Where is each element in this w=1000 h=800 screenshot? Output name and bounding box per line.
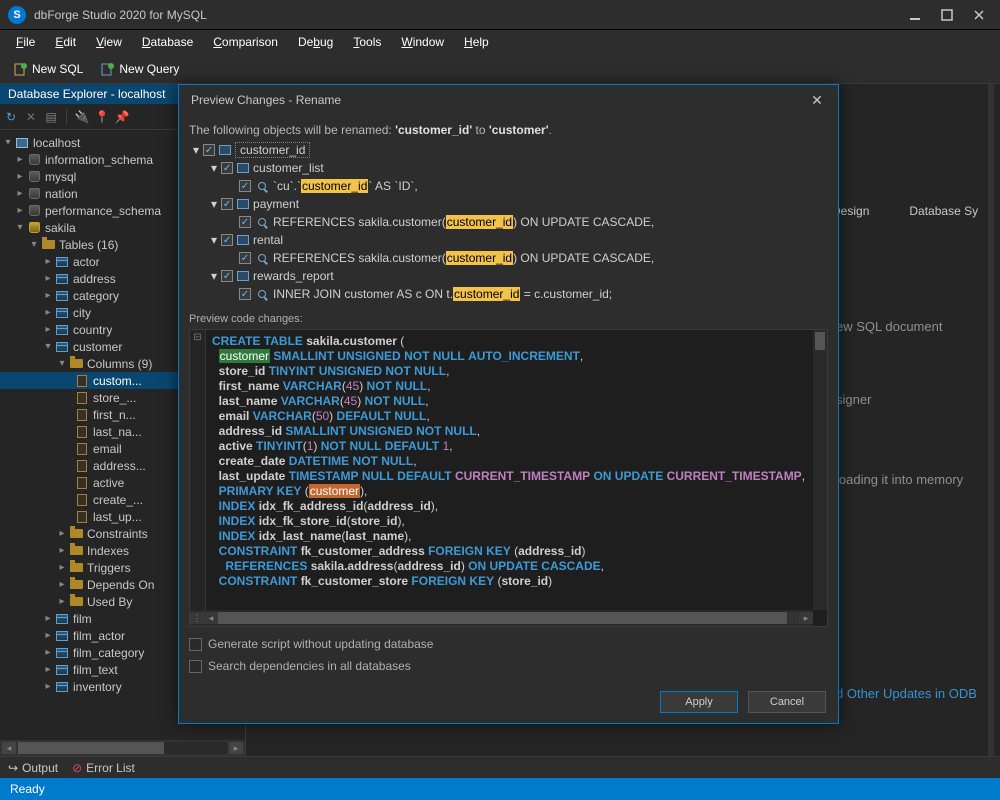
opt-search-all-db[interactable]: Search dependencies in all databases bbox=[189, 659, 828, 673]
search-icon bbox=[255, 215, 269, 229]
checkbox-icon[interactable] bbox=[189, 638, 202, 651]
table-icon bbox=[237, 163, 249, 173]
cancel-button[interactable]: Cancel bbox=[748, 691, 826, 713]
hint-new-sql: ew SQL document bbox=[836, 319, 942, 334]
code-scroll-splitter-icon[interactable]: ⋮ bbox=[190, 612, 204, 624]
code-preview[interactable]: ⊟ CREATE TABLE sakila.customer ( custome… bbox=[189, 329, 828, 627]
code-scroll-left-icon[interactable]: ◂ bbox=[204, 612, 218, 624]
menu-comparison[interactable]: Comparison bbox=[205, 32, 286, 52]
output-tab[interactable]: ↪Output bbox=[8, 761, 58, 775]
dialog-intro: The following objects will be renamed: '… bbox=[189, 123, 828, 137]
obj-rental-detail[interactable]: ✓REFERENCES sakila.customer(customer_id)… bbox=[189, 249, 828, 267]
menubar: File Edit View Database Comparison Debug… bbox=[0, 30, 1000, 54]
opt-generate-script[interactable]: Generate script without updating databas… bbox=[189, 637, 828, 651]
table-icon bbox=[237, 271, 249, 281]
checkbox-icon[interactable] bbox=[189, 660, 202, 673]
maximize-button[interactable] bbox=[940, 8, 954, 22]
table-icon bbox=[237, 199, 249, 209]
main-toolbar: New SQL New Query bbox=[0, 54, 1000, 84]
menu-database[interactable]: Database bbox=[134, 32, 201, 52]
error-icon: ⊘ bbox=[72, 761, 82, 775]
hint-designer: signer bbox=[836, 392, 871, 407]
menu-help[interactable]: Help bbox=[456, 32, 497, 52]
toolbar-new-sql[interactable]: New SQL bbox=[8, 60, 89, 78]
refresh-icon[interactable]: ↻ bbox=[4, 110, 18, 124]
action2-icon[interactable]: 📌 bbox=[115, 110, 129, 124]
apply-button[interactable]: Apply bbox=[660, 691, 738, 713]
menu-window[interactable]: Window bbox=[393, 32, 452, 52]
bottom-tool-tabs: ↪Output ⊘Error List bbox=[0, 756, 1000, 778]
error-list-tab[interactable]: ⊘Error List bbox=[72, 761, 135, 775]
toolbar-new-query-label: New Query bbox=[119, 62, 179, 76]
objects-tree[interactable]: ▾✓customer_id ▾✓customer_list ✓`cu`.`cus… bbox=[189, 141, 828, 303]
close-button[interactable] bbox=[972, 8, 986, 22]
menu-edit[interactable]: Edit bbox=[47, 32, 84, 52]
status-bar: Ready bbox=[0, 778, 1000, 800]
dialog-titlebar[interactable]: Preview Changes - Rename ✕ bbox=[179, 85, 838, 115]
filter-icon[interactable]: ▤ bbox=[44, 110, 58, 124]
code-hscroll[interactable]: ⋮ ◂ ▸ bbox=[190, 610, 813, 626]
dialog-options: Generate script without updating databas… bbox=[189, 637, 828, 673]
obj-payment[interactable]: ▾✓payment bbox=[189, 195, 828, 213]
minimize-button[interactable] bbox=[908, 8, 922, 22]
obj-customer-list-detail[interactable]: ✓`cu`.`customer_id` AS `ID`, bbox=[189, 177, 828, 195]
dialog-title: Preview Changes - Rename bbox=[191, 93, 341, 107]
search-icon bbox=[255, 287, 269, 301]
preview-label: Preview code changes: bbox=[189, 313, 828, 325]
action1-icon[interactable]: 📍 bbox=[95, 110, 109, 124]
search-icon bbox=[255, 251, 269, 265]
preview-changes-dialog: Preview Changes - Rename ✕ The following… bbox=[178, 84, 839, 724]
code-gutter: ⊟ bbox=[190, 330, 206, 610]
start-tabs: se Design Database Sy bbox=[816, 204, 978, 218]
code-vscroll[interactable] bbox=[813, 330, 827, 610]
scroll-left-icon[interactable]: ◂ bbox=[2, 742, 16, 754]
tab-database-sync[interactable]: Database Sy bbox=[909, 204, 978, 218]
link-other-updates[interactable]: d Other Updates in ODB bbox=[836, 686, 977, 701]
explorer-title-label: Database Explorer - localhost bbox=[8, 87, 165, 101]
obj-root[interactable]: ▾✓customer_id bbox=[189, 141, 828, 159]
obj-rewards-report-detail[interactable]: ✓INNER JOIN customer AS c ON t.customer_… bbox=[189, 285, 828, 303]
toolbar-new-query[interactable]: New Query bbox=[95, 60, 185, 78]
app-title: dbForge Studio 2020 for MySQL bbox=[34, 8, 908, 22]
sql-icon bbox=[14, 62, 28, 76]
app-icon: S bbox=[8, 6, 26, 24]
obj-payment-detail[interactable]: ✓REFERENCES sakila.customer(customer_id)… bbox=[189, 213, 828, 231]
explorer-hscroll[interactable]: ◂ ▸ bbox=[0, 740, 245, 756]
window-titlebar: S dbForge Studio 2020 for MySQL bbox=[0, 0, 1000, 30]
table-icon bbox=[237, 235, 249, 245]
menu-tools[interactable]: Tools bbox=[345, 32, 389, 52]
obj-rewards-report[interactable]: ▾✓rewards_report bbox=[189, 267, 828, 285]
obj-rental[interactable]: ▾✓rental bbox=[189, 231, 828, 249]
content-vscroll[interactable] bbox=[988, 84, 994, 756]
code-content: CREATE TABLE sakila.customer ( customer … bbox=[190, 330, 827, 626]
status-text: Ready bbox=[10, 782, 45, 796]
menu-view[interactable]: View bbox=[88, 32, 130, 52]
delete-icon[interactable]: ✕ bbox=[24, 110, 38, 124]
query-icon bbox=[101, 62, 115, 76]
code-scroll-right-icon[interactable]: ▸ bbox=[799, 612, 813, 624]
dialog-buttons: Apply Cancel bbox=[179, 681, 838, 723]
hint-loading: loading it into memory bbox=[836, 472, 963, 487]
table-icon bbox=[219, 145, 231, 155]
scroll-right-icon[interactable]: ▸ bbox=[229, 742, 243, 754]
new-connection-icon[interactable]: 🔌 bbox=[75, 110, 89, 124]
menu-file[interactable]: File bbox=[8, 32, 43, 52]
search-icon bbox=[255, 179, 269, 193]
dialog-close-button[interactable]: ✕ bbox=[808, 91, 826, 109]
output-icon: ↪ bbox=[8, 761, 18, 775]
obj-customer-list[interactable]: ▾✓customer_list bbox=[189, 159, 828, 177]
toolbar-new-sql-label: New SQL bbox=[32, 62, 83, 76]
menu-debug[interactable]: Debug bbox=[290, 32, 341, 52]
